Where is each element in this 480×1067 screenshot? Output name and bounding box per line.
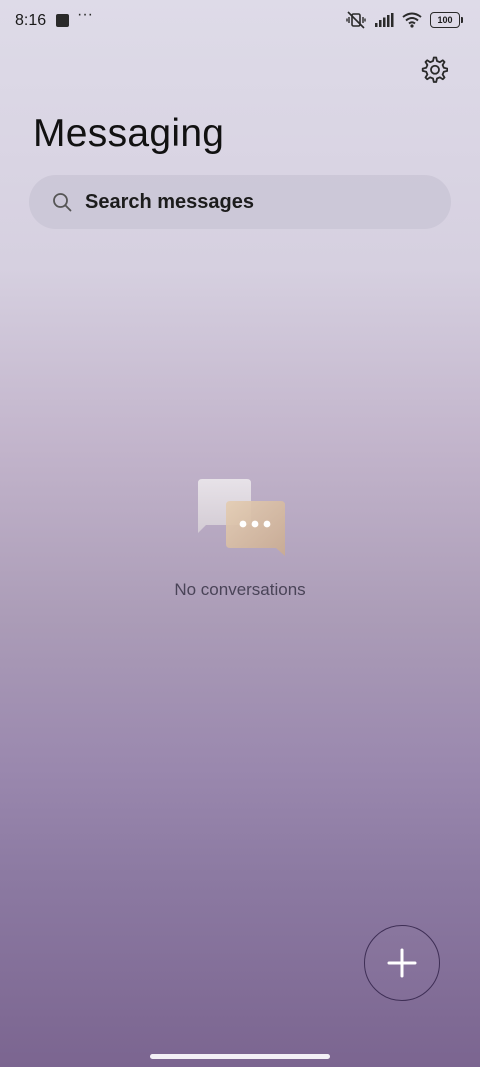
empty-state: No conversations: [0, 476, 480, 600]
status-icons: 100: [346, 11, 463, 29]
status-time: 8:16: [15, 12, 47, 29]
search-input[interactable]: [83, 189, 407, 215]
search-icon: [51, 191, 73, 213]
wifi-icon: [402, 12, 422, 28]
new-conversation-button[interactable]: [364, 925, 440, 1001]
settings-button[interactable]: [418, 53, 450, 85]
more-dots-icon: ···: [77, 6, 93, 23]
vibrate-mute-icon: [346, 11, 366, 29]
gear-icon: [421, 56, 448, 83]
signal-icon: [374, 12, 394, 28]
page-title: Messaging: [33, 112, 225, 155]
plus-icon: [387, 948, 417, 978]
chat-bubbles-icon: [190, 476, 290, 560]
search-bar[interactable]: [29, 175, 451, 229]
notification-square-icon: [56, 14, 69, 27]
empty-state-message: No conversations: [174, 580, 306, 599]
status-bar: 8:16 ··· 100: [0, 0, 480, 44]
home-indicator[interactable]: [150, 1054, 330, 1059]
battery-icon: 100: [430, 12, 463, 28]
